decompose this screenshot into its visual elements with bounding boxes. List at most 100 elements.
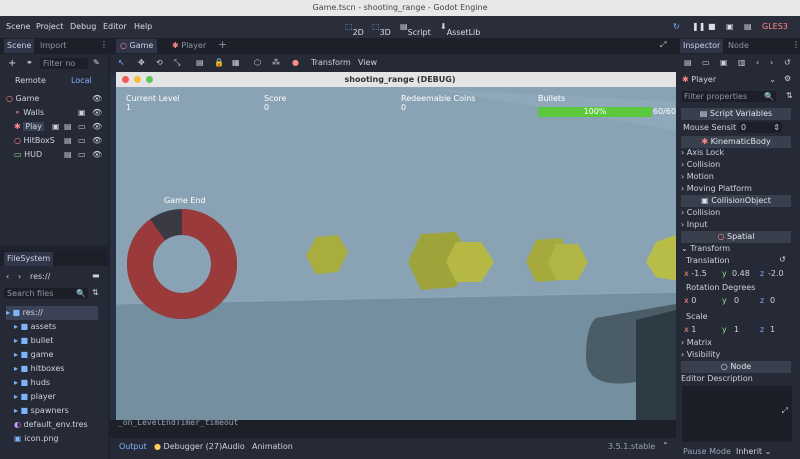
tab-debugger[interactable]: ● Debugger (27) — [154, 442, 222, 451]
menu-help[interactable]: Help — [134, 22, 152, 31]
history-forward-icon[interactable]: › — [770, 58, 773, 67]
section-collisionobject[interactable]: ▣ CollisionObject — [681, 195, 791, 207]
sort-icon[interactable]: ⇅ — [92, 288, 99, 297]
instance-icon[interactable]: ▣ — [52, 120, 60, 134]
property-moving-platform[interactable]: › Moving Platform — [681, 183, 791, 195]
fs-item[interactable]: ▸ ■ player — [14, 390, 104, 404]
local-space-icon[interactable]: ⬡ — [254, 58, 261, 67]
snap-icon[interactable]: ⁂ — [272, 58, 280, 67]
property-axis-lock[interactable]: › Axis Lock — [681, 147, 791, 159]
fs-item[interactable]: ◐ default_env.tres — [14, 418, 104, 432]
open-icon[interactable]: ▭ — [702, 58, 710, 67]
property-collision[interactable]: › Collision — [681, 207, 791, 219]
film-icon[interactable]: ▭ — [78, 120, 86, 134]
pause-mode-select[interactable]: Inherit ⌄ — [736, 446, 786, 458]
menu-view[interactable]: View — [358, 58, 377, 67]
history-back-icon[interactable]: ‹ — [756, 58, 759, 67]
section-script-variables[interactable]: ▤ Script Variables — [681, 108, 791, 120]
section-spatial[interactable]: ○ Spatial — [681, 231, 791, 243]
tab-scene[interactable]: Scene — [4, 39, 35, 53]
property-motion[interactable]: › Motion — [681, 171, 791, 183]
fs-item[interactable]: ▸ ■ spawners — [14, 404, 104, 418]
tree-node-play[interactable]: ✱ Play ▣ ▤ ▭ 👁 — [14, 120, 106, 134]
object-settings-icon[interactable]: ⚙ — [784, 74, 791, 83]
group-icon[interactable]: ▦ — [232, 58, 240, 67]
menu-project[interactable]: Project — [36, 22, 63, 31]
lock-icon[interactable]: 🔒 — [214, 58, 224, 67]
camera-icon[interactable]: ● — [292, 58, 299, 67]
back-icon[interactable]: ‹ — [6, 272, 9, 281]
editor-description-input[interactable]: ⤢ — [682, 386, 792, 442]
tree-node-hud[interactable]: ▭ HUD ▤ ▭ 👁 — [14, 148, 106, 162]
property-input[interactable]: › Input — [681, 219, 791, 231]
inspector-object[interactable]: ✱ Player ⌄ — [682, 74, 778, 86]
fullscreen-icon[interactable]: ⤢ — [660, 40, 666, 50]
tab-filesystem[interactable]: FileSystem — [4, 252, 54, 266]
tab-animation[interactable]: Animation — [252, 442, 293, 451]
fs-item[interactable]: ▸ ■ hitboxes — [14, 362, 104, 376]
tab-game[interactable]: ○ Game — [116, 39, 158, 53]
property-filter-input[interactable]: Filter properties 🔍 — [682, 91, 776, 102]
file-search-input[interactable]: Search files 🔍 — [4, 288, 88, 299]
script-icon[interactable]: ▤ — [64, 148, 72, 162]
workspace-3d[interactable]: ⬚ 3D — [372, 22, 391, 37]
fs-root[interactable]: ▸ ■ res:// — [6, 306, 98, 320]
tab-import[interactable]: Import — [40, 39, 67, 53]
instance-icon[interactable]: ▣ — [78, 106, 86, 120]
play-scene-icon[interactable]: ▣ — [726, 22, 734, 31]
workspace-2d[interactable]: ⬚ 2D — [345, 22, 364, 37]
script-icon[interactable]: ▤ — [64, 134, 72, 148]
film-icon[interactable]: ▭ — [78, 148, 86, 162]
property-matrix[interactable]: › Matrix — [681, 337, 791, 349]
menu-dots-icon[interactable]: ⋮ — [100, 40, 108, 49]
fs-item[interactable]: ▸ ■ huds — [14, 376, 104, 390]
reload-icon[interactable]: ↻ — [673, 22, 680, 31]
list-icon[interactable]: ▤ — [196, 58, 204, 67]
mouse-sens-input[interactable]: 0 ⇕ — [738, 122, 782, 133]
rotate-tool-icon[interactable]: ⟲ — [156, 58, 163, 67]
pause-icon[interactable]: ❚❚ — [692, 22, 705, 31]
visibility-icon[interactable]: 👁 — [92, 106, 102, 120]
menu-editor[interactable]: Editor — [103, 22, 127, 31]
tab-node[interactable]: Node — [728, 39, 749, 53]
tree-node-hitboxes[interactable]: ○ HitBoxS ▤ ▭ 👁 — [14, 134, 106, 148]
history-icon[interactable]: ↺ — [784, 58, 791, 67]
visibility-icon[interactable]: 👁 — [92, 134, 102, 148]
game-window[interactable]: Current Level 1 Score 0 Redeemable Coins 0 … — [116, 72, 684, 420]
renderer-select[interactable]: GLES3 — [762, 22, 788, 31]
rotation-fields[interactable]: x 0 y0 z0 — [684, 295, 798, 307]
visibility-icon[interactable]: 👁 — [92, 148, 102, 162]
split-icon[interactable]: ▬ — [92, 271, 100, 280]
menu-dots-icon[interactable]: ⋮ — [792, 40, 800, 49]
local-button[interactable]: Local — [71, 76, 92, 85]
section-node[interactable]: ○ Node — [681, 361, 791, 373]
reset-icon[interactable]: ↺ — [779, 255, 786, 264]
workspace-script[interactable]: ▤ Script — [400, 22, 431, 37]
property-visibility[interactable]: › Visibility — [681, 349, 791, 361]
property-collision[interactable]: › Collision — [681, 159, 791, 171]
new-resource-icon[interactable]: ▤ — [684, 58, 692, 67]
expand-icon[interactable]: ⤢ — [782, 406, 788, 416]
tab-output[interactable]: Output — [119, 442, 147, 451]
visibility-icon[interactable]: 👁 — [92, 120, 102, 134]
save-icon[interactable]: ▣ — [720, 58, 728, 67]
menu-debug[interactable]: Debug — [70, 22, 96, 31]
tab-player[interactable]: ✱ Player — [172, 39, 206, 53]
scale-tool-icon[interactable]: ⤡ — [174, 58, 180, 68]
link-icon[interactable]: ⚭ — [26, 58, 33, 67]
film-icon[interactable]: ▭ — [78, 134, 86, 148]
move-tool-icon[interactable]: ✥ — [138, 58, 145, 67]
fs-item[interactable]: ▸ ■ bullet — [14, 334, 104, 348]
pin-icon[interactable]: ⌃ — [662, 441, 669, 450]
add-node-icon[interactable]: + — [8, 58, 16, 69]
script-icon[interactable]: ▤ — [64, 120, 72, 134]
tab-inspector[interactable]: Inspector — [680, 39, 724, 53]
menu-transform[interactable]: Transform — [311, 58, 351, 67]
play-custom-icon[interactable]: ▤ — [744, 22, 752, 31]
scale-fields[interactable]: x 1 y1 z1 — [684, 324, 798, 336]
tree-node-game[interactable]: ○ Game 👁 — [6, 92, 106, 106]
add-tab-icon[interactable]: + — [218, 38, 227, 51]
menu-scene[interactable]: Scene — [6, 22, 30, 31]
fs-item[interactable]: ▸ ■ game — [14, 348, 104, 362]
fs-path[interactable]: res:// — [30, 272, 50, 281]
